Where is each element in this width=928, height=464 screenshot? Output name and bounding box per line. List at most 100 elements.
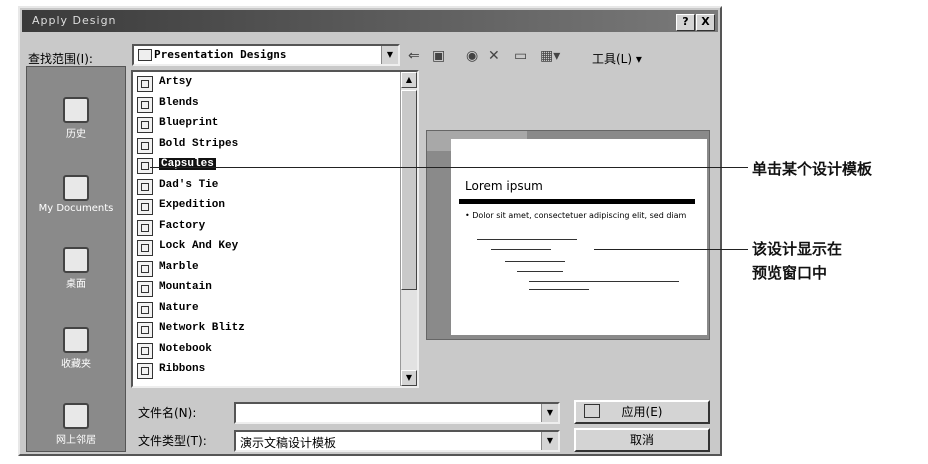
place-label: My Documents bbox=[38, 203, 114, 214]
tools-menu[interactable]: 工具(L) ▾ bbox=[592, 50, 642, 67]
favorites-icon bbox=[63, 327, 89, 353]
filetype-label: 文件类型(T): bbox=[138, 434, 207, 448]
template-file-icon bbox=[137, 220, 153, 236]
callout-click-template: 单击某个设计模板 bbox=[752, 160, 873, 178]
list-item[interactable]: Factory bbox=[137, 218, 397, 237]
template-file-icon bbox=[137, 261, 153, 277]
list-item-selected[interactable]: Capsules bbox=[137, 156, 397, 175]
list-item[interactable]: Dad's Tie bbox=[137, 177, 397, 196]
preview-text-line bbox=[491, 249, 551, 250]
filename-input[interactable]: ▼ bbox=[234, 402, 560, 424]
preview-slide: Lorem ipsum • Dolor sit amet, consectetu… bbox=[451, 139, 707, 335]
views-icon[interactable]: ▦▾ bbox=[540, 48, 560, 64]
place-label: 收藏夹 bbox=[61, 359, 91, 370]
apply-design-dialog: Apply Design ? X 查找范围(I): Presentation D… bbox=[18, 6, 722, 456]
template-file-icon bbox=[137, 343, 153, 359]
folder-icon bbox=[138, 49, 152, 61]
template-file-icon bbox=[137, 363, 153, 379]
preview-pane: Lorem ipsum • Dolor sit amet, consectetu… bbox=[426, 130, 710, 340]
preview-text-line bbox=[505, 261, 565, 262]
callout-preview-line2: 预览窗口中 bbox=[752, 264, 828, 282]
file-name: Nature bbox=[159, 302, 199, 314]
preview-text-line bbox=[517, 271, 563, 272]
file-name: Marble bbox=[159, 261, 199, 273]
list-item[interactable]: Artsy bbox=[137, 74, 397, 93]
template-file-icon bbox=[137, 179, 153, 195]
template-file-icon bbox=[137, 117, 153, 133]
template-file-icon bbox=[137, 302, 153, 318]
list-item[interactable]: Bold Stripes bbox=[137, 136, 397, 155]
apply-button[interactable]: 应用(E) bbox=[574, 400, 710, 424]
file-name: Blueprint bbox=[159, 117, 219, 129]
place-my-documents[interactable]: My Documents bbox=[27, 175, 125, 214]
search-web-icon[interactable]: ◉ bbox=[466, 48, 478, 64]
preview-text-line bbox=[529, 281, 679, 282]
cancel-button[interactable]: 取消 bbox=[574, 428, 710, 452]
list-item[interactable]: Blueprint bbox=[137, 115, 397, 134]
list-item[interactable]: Nature bbox=[137, 300, 397, 319]
file-name: Capsules bbox=[159, 158, 216, 170]
list-item[interactable]: Network Blitz bbox=[137, 320, 397, 339]
tools-label: 工具(L) bbox=[592, 52, 633, 66]
filetype-select[interactable]: 演示文稿设计模板 ▼ bbox=[234, 430, 560, 452]
list-item[interactable]: Ribbons bbox=[137, 361, 397, 380]
callout-line-preview bbox=[594, 249, 748, 250]
list-item[interactable]: Notebook bbox=[137, 341, 397, 360]
callout-preview-line1: 该设计显示在 bbox=[752, 240, 843, 258]
back-icon[interactable]: ⇐ bbox=[408, 48, 420, 64]
delete-icon[interactable]: ✕ bbox=[488, 48, 500, 64]
preview-title-bar bbox=[459, 199, 695, 204]
file-name: Blends bbox=[159, 97, 199, 109]
network-icon bbox=[63, 403, 89, 429]
file-name: Lock And Key bbox=[159, 240, 239, 252]
template-file-icon bbox=[137, 97, 153, 113]
place-favorites[interactable]: 收藏夹 bbox=[27, 327, 125, 370]
filename-label: 文件名(N): bbox=[138, 406, 197, 420]
preview-title: Lorem ipsum bbox=[465, 179, 543, 193]
apply-label: 应用(E) bbox=[621, 405, 663, 419]
chevron-down-icon[interactable]: ▼ bbox=[541, 432, 558, 450]
file-name: Factory bbox=[159, 220, 206, 232]
new-folder-icon[interactable]: ▭ bbox=[514, 48, 527, 64]
scroll-thumb[interactable] bbox=[401, 90, 417, 290]
scroll-down-icon[interactable]: ▼ bbox=[401, 370, 417, 386]
vertical-scrollbar[interactable]: ▲ ▼ bbox=[400, 72, 417, 386]
file-name: Expedition bbox=[159, 199, 226, 211]
place-label: 桌面 bbox=[66, 279, 86, 290]
close-button[interactable]: X bbox=[696, 14, 715, 31]
place-network[interactable]: 网上邻居 bbox=[27, 403, 125, 446]
lookin-value: Presentation Designs bbox=[154, 48, 287, 61]
help-button[interactable]: ? bbox=[676, 14, 695, 31]
preview-text-line bbox=[529, 289, 589, 290]
list-item[interactable]: Marble bbox=[137, 259, 397, 278]
my-documents-icon bbox=[63, 175, 89, 201]
template-file-icon bbox=[137, 199, 153, 215]
file-name: Network Blitz bbox=[159, 322, 245, 334]
lookin-label: 查找范围(I): bbox=[28, 52, 93, 66]
preview-text-line bbox=[477, 239, 577, 240]
title-bar: Apply Design ? X bbox=[22, 10, 718, 32]
list-item[interactable]: Expedition bbox=[137, 197, 397, 216]
file-list[interactable]: Artsy Blends Blueprint Bold Stripes Caps… bbox=[131, 70, 419, 388]
place-desktop[interactable]: 桌面 bbox=[27, 247, 125, 290]
history-icon bbox=[63, 97, 89, 123]
template-file-icon bbox=[137, 158, 153, 174]
up-folder-icon[interactable]: ▣ bbox=[432, 48, 445, 64]
file-name: Dad's Tie bbox=[159, 179, 219, 191]
list-item[interactable]: Lock And Key bbox=[137, 238, 397, 257]
template-file-icon bbox=[137, 240, 153, 256]
desktop-icon bbox=[63, 247, 89, 273]
file-name: Ribbons bbox=[159, 363, 206, 375]
list-item[interactable]: Mountain bbox=[137, 279, 397, 298]
filetype-value: 演示文稿设计模板 bbox=[240, 436, 337, 450]
lookin-combo[interactable]: Presentation Designs ▼ bbox=[132, 44, 400, 66]
scroll-up-icon[interactable]: ▲ bbox=[401, 72, 417, 88]
callout-line-template bbox=[150, 167, 748, 168]
chevron-down-icon[interactable]: ▼ bbox=[541, 404, 558, 422]
apply-icon bbox=[584, 404, 600, 418]
list-item[interactable]: Blends bbox=[137, 95, 397, 114]
place-history[interactable]: 历史 bbox=[27, 97, 125, 140]
file-name: Mountain bbox=[159, 281, 212, 293]
chevron-down-icon[interactable]: ▼ bbox=[381, 46, 398, 64]
preview-bullet: • Dolor sit amet, consectetuer adipiscin… bbox=[465, 211, 687, 220]
